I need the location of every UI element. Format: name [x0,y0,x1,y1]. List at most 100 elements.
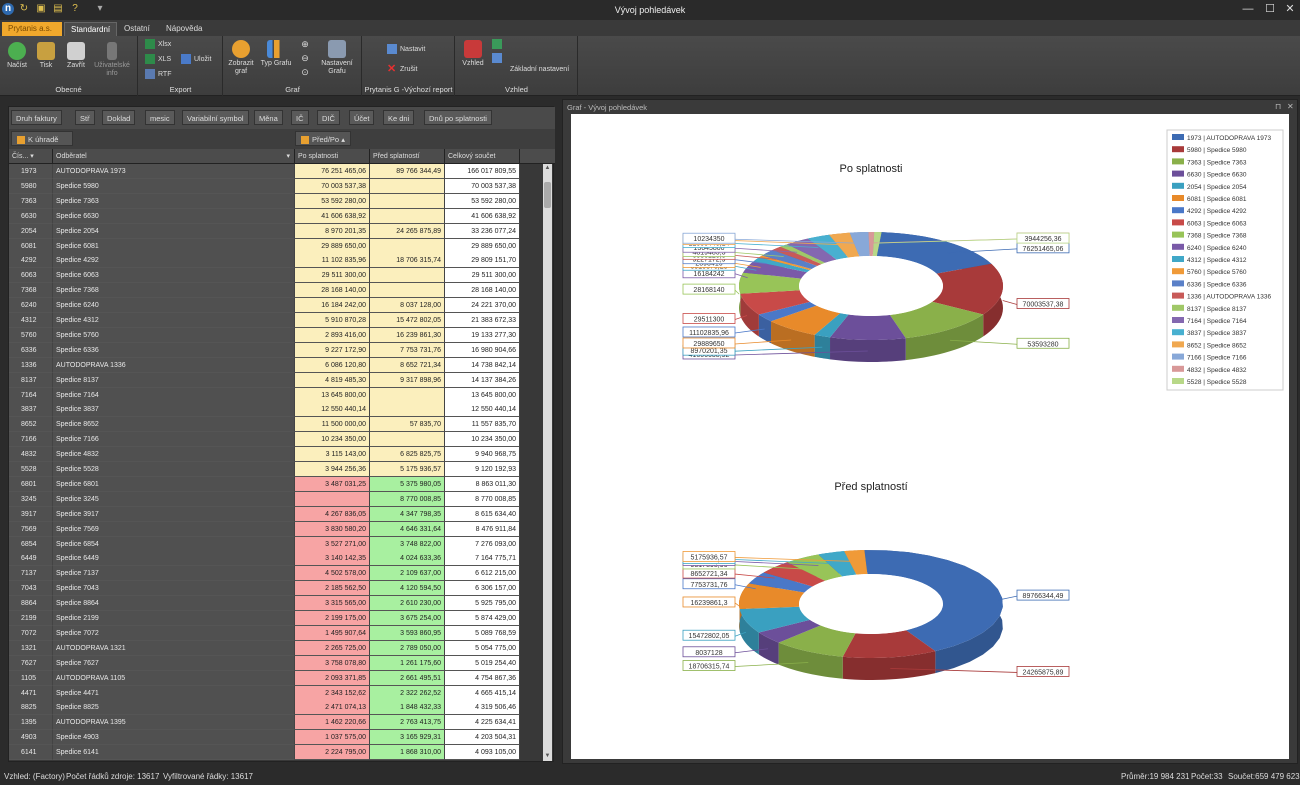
close-panel-icon[interactable]: ✕ [1287,102,1294,111]
table-row[interactable]: 4471 Spedice 4471 2 343 152,62 2 322 262,52… [9,685,545,701]
grid-view-icon[interactable] [492,39,502,49]
filter-field-button[interactable]: mesic [145,110,175,125]
table-row[interactable]: 7569 Spedice 7569 3 830 580,20 4 646 331,64… [9,521,545,537]
table-row[interactable]: 4312 Spedice 4312 5 910 870,28 15 472 802,0… [9,313,545,328]
pin-icon[interactable]: ⊓ [1275,102,1281,111]
save-button[interactable]: Uložit [181,54,212,66]
table-row[interactable]: 8137 Spedice 8137 4 819 485,30 9 317 898,96… [9,372,545,388]
close-icon[interactable]: ✕ [1282,2,1298,16]
table-row[interactable]: 7072 Spedice 7072 1 495 907,64 3 593 860,95… [9,625,545,641]
column-header-po-splatnosti[interactable]: Po splatnosti [295,149,370,164]
filter-field-button[interactable]: Variabilní symbol [182,110,249,125]
filter-field-button[interactable]: Ke dni [383,110,415,125]
pred-po-button[interactable]: Před/Po ▴ [295,131,351,146]
table-row[interactable]: 7368 Spedice 7368 28 168 140,00 28 168 140,… [9,283,545,299]
cell-po-splatnosti: 2 471 074,13 [295,700,370,716]
group-export: Xlsx XLS RTF Uložit Export [139,36,223,96]
scroll-down-icon[interactable]: ▼ [543,752,552,761]
table-row[interactable]: 1395 AUTODOPRAVA 1395 1 462 220,66 2 763 41… [9,715,545,731]
filter-field-button[interactable]: Měna [254,110,283,125]
filter-field-button[interactable]: DIČ [317,110,340,125]
column-header-celkovy-soucet[interactable]: Celkový součet [445,149,520,164]
basic-settings-button[interactable]: Základní nastavení [510,64,569,76]
table-row[interactable]: 5980 Spedice 5980 70 003 537,38 70 003 537,… [9,178,545,194]
cancel-report-button[interactable]: ✕ Zrušit [387,64,418,76]
k-uhrade-button[interactable]: K úhradě [11,131,73,146]
table-row[interactable]: 6630 Spedice 6630 41 606 638,92 41 606 638,… [9,208,545,224]
scroll-up-icon[interactable]: ▲ [543,164,552,173]
table-row[interactable]: 6449 Spedice 6449 3 140 142,35 4 024 633,36… [9,551,545,567]
table-row[interactable]: 7166 Spedice 7166 10 234 350,00 10 234 350,… [9,432,545,448]
table-row[interactable]: 6801 Spedice 6801 3 487 031,25 5 375 980,05… [9,476,545,492]
table-row[interactable]: 6854 Spedice 6854 3 527 271,00 3 748 822,00… [9,536,545,552]
table-row[interactable]: 8825 Spedice 8825 2 471 074,13 1 848 432,33… [9,700,545,716]
table-row[interactable]: 8652 Spedice 8652 11 500 000,00 57 835,70 11… [9,417,545,433]
user-info-button[interactable]: Uživatelské info [92,42,132,78]
export-xlsx-button[interactable]: Xlsx [145,39,171,51]
chart-settings-button[interactable]: Nastavení Grafu [316,40,358,76]
filter-field-button[interactable]: IČ [291,110,309,125]
tab-app-menu[interactable]: Prytanis a.s. [2,22,62,36]
table-row[interactable]: 4832 Spedice 4832 3 115 143,00 6 825 825,75… [9,447,545,463]
cell-pred-splatnosti: 7 753 731,76 [370,342,445,358]
filter-field-button[interactable]: Doklad [102,110,136,125]
load-button[interactable]: Načíst [4,42,30,70]
table-row[interactable]: 1336 AUTODOPRAVA 1336 6 086 120,80 8 652 72… [9,357,545,373]
table-row[interactable]: 7363 Spedice 7363 53 592 280,00 53 592 280,… [9,193,545,209]
table-row[interactable]: 1973 AUTODOPRAVA 1973 76 251 465,06 89 766 … [9,164,545,179]
close-button[interactable]: Zavřít [62,42,90,70]
table-row[interactable]: 5528 Spedice 5528 3 944 256,36 5 175 936,57… [9,462,545,477]
filter-field-button[interactable]: Druh faktury [11,110,62,125]
column-header-odberatel[interactable]: Odběratel ▾ [53,149,295,164]
vertical-scrollbar[interactable]: ▲ ▼ [543,164,552,761]
zoom-in-icon[interactable]: ⊕ [300,40,310,49]
filter-field-button[interactable]: Dnů po splatnosti [424,110,492,125]
table-row[interactable]: 5760 Spedice 5760 2 893 416,00 16 239 861,3… [9,327,545,343]
table-row[interactable]: 3245 Spedice 3245 8 770 008,85 8 770 008,85 [9,491,545,507]
table-row[interactable]: 6081 Spedice 6081 29 889 650,00 29 889 650,… [9,238,545,254]
tab-help[interactable]: Nápověda [160,22,208,36]
show-chart-button[interactable]: Zobrazit graf [226,40,256,76]
minimize-icon[interactable]: — [1240,2,1256,16]
table-row[interactable]: 2199 Spedice 2199 2 199 175,00 3 675 254,00… [9,611,545,626]
filter-dropdown-icon[interactable]: ▾ [286,149,290,164]
column-header-cislo[interactable]: Čís... ▾ [9,149,53,164]
table-row[interactable]: 7043 Spedice 7043 2 185 562,50 4 120 594,50… [9,581,545,597]
export-rtf-button[interactable]: RTF [145,69,171,81]
tab-other[interactable]: Ostatní [118,22,156,36]
table-row[interactable]: 1105 AUTODOPRAVA 1105 2 093 371,85 2 661 49… [9,670,545,686]
table-row[interactable]: 7137 Spedice 7137 4 502 578,00 2 109 637,00… [9,566,545,582]
column-header-pred-splatnosti[interactable]: Před splatností [370,149,445,164]
filter-field-button[interactable]: Stř [75,110,95,125]
cell-celkem: 29 809 151,70 [445,253,520,269]
table-row[interactable]: 6336 Spedice 6336 9 227 172,90 7 753 731,76… [9,342,545,358]
table-row[interactable]: 6240 Spedice 6240 16 184 242,00 8 037 128,0… [9,298,545,314]
table-row[interactable]: 7627 Spedice 7627 3 758 078,80 1 261 175,60… [9,655,545,671]
zoom-out-icon[interactable]: ⊖ [300,54,310,63]
list-view-icon[interactable] [492,53,502,63]
tab-standard[interactable]: Standardní [64,22,118,36]
table-row[interactable]: 6141 Spedice 6141 2 224 795,00 1 868 310,00… [9,745,545,761]
print-button[interactable]: Tisk [34,42,58,70]
table-row[interactable]: 4292 Spedice 4292 11 102 835,96 18 706 315,… [9,253,545,269]
legend-swatch [1172,182,1184,189]
table-row[interactable]: 7164 Spedice 7164 13 645 800,00 13 645 800,… [9,387,545,403]
cell-cislo: 1395 [9,715,53,731]
table-row[interactable]: 4903 Spedice 4903 1 037 575,00 3 165 929,31… [9,730,545,746]
zoom-reset-icon[interactable]: ⊙ [300,68,310,77]
cell-odberatel: Spedice 4832 [53,447,295,463]
cell-cislo: 6630 [9,208,53,224]
table-row[interactable]: 1321 AUTODOPRAVA 1321 2 265 725,00 2 789 05… [9,640,545,656]
view-button[interactable]: Vzhled [460,40,486,68]
table-row[interactable]: 6063 Spedice 6063 29 511 300,00 29 511 300,… [9,268,545,284]
export-xls-button[interactable]: XLS [145,54,171,66]
table-row[interactable]: 8864 Spedice 8864 3 315 565,00 2 610 230,00… [9,596,545,612]
filter-field-button[interactable]: Účet [349,110,375,125]
set-report-button[interactable]: Nastavit [387,44,425,56]
table-row[interactable]: 2054 Spedice 2054 8 970 201,35 24 265 875,8… [9,223,545,239]
table-row[interactable]: 3917 Spedice 3917 4 267 836,05 4 347 798,35… [9,506,545,522]
chart-type-button[interactable]: Typ Grafu [259,40,293,68]
maximize-icon[interactable]: ☐ [1262,2,1278,16]
scroll-thumb[interactable] [544,182,551,208]
table-row[interactable]: 3837 Spedice 3837 12 550 440,14 12 550 440,… [9,402,545,418]
